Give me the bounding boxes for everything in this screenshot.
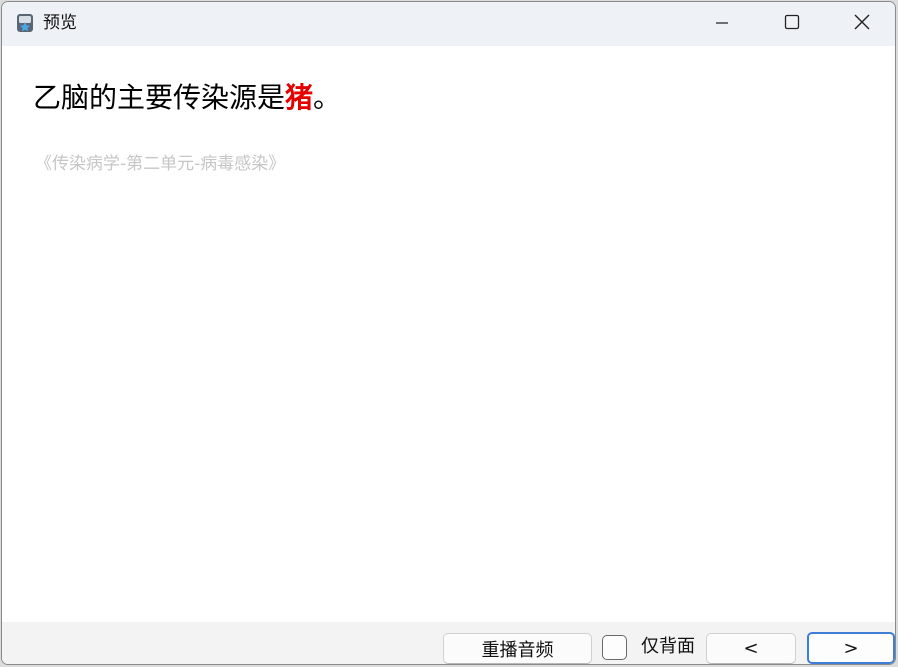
close-button[interactable] — [827, 2, 895, 46]
minimize-icon — [715, 15, 729, 34]
previous-button[interactable]: < — [706, 633, 796, 664]
card-content: 乙脑的主要传染源是猪。 《传染病学-第二单元-病毒感染》 — [2, 46, 895, 622]
answer-highlight: 猪 — [285, 81, 314, 114]
card-source: 《传染病学-第二单元-病毒感染》 — [35, 154, 286, 174]
replay-audio-button[interactable]: 重播音频 — [443, 633, 592, 664]
footer-toolbar: 重播音频 仅背面 < > — [2, 622, 895, 664]
next-button[interactable]: > — [807, 632, 895, 664]
star-app-icon — [16, 13, 34, 33]
preview-window: 预览 乙脑的主要传染源是猪。 《传染病学-第二单元-病毒感染》 重播音频 仅背面… — [1, 1, 896, 665]
window-title: 预览 — [43, 13, 77, 33]
maximize-icon — [784, 14, 800, 34]
minimize-button[interactable] — [687, 2, 757, 46]
question-suffix: 。 — [313, 81, 342, 114]
maximize-button[interactable] — [757, 2, 827, 46]
question-text: 乙脑的主要传染源是 — [33, 81, 286, 114]
close-icon — [854, 14, 870, 34]
title-bar[interactable]: 预览 — [2, 2, 895, 46]
back-only-label[interactable]: 仅背面 — [641, 635, 695, 659]
card-question: 乙脑的主要传染源是猪。 — [33, 80, 341, 116]
back-only-checkbox[interactable] — [602, 635, 627, 660]
